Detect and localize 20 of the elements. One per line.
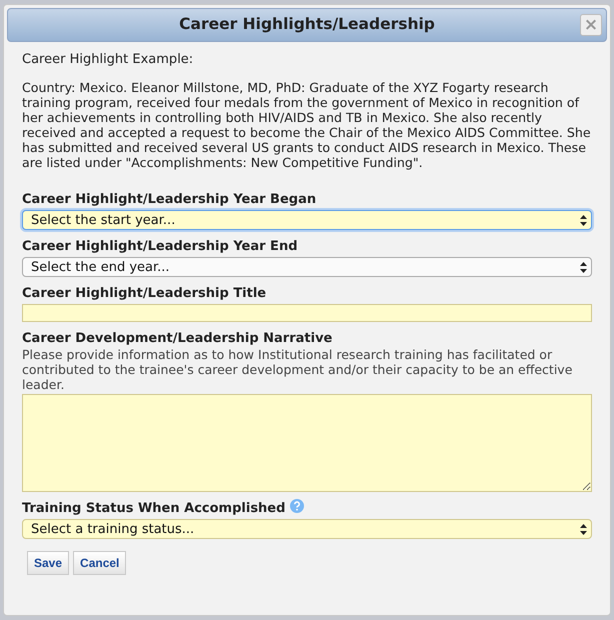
intro-text: Career Highlight Example: [22, 52, 194, 67]
field-label: Career Highlight/Leadership Title [22, 286, 266, 302]
help-text: Please provide information as to how Institutional research training has facilitated or contributed to the trainee's career development and/or their capacity to be an effective leader. [22, 347, 574, 392]
field-label: Training Status When Accomplished [22, 501, 286, 517]
dropdown[interactable]: Select a training status... [22, 519, 592, 539]
updown-arrows-icon [580, 214, 587, 226]
dropdown[interactable]: Select the end year... [22, 257, 592, 277]
help-icon[interactable] [290, 499, 304, 513]
field-label: Career Highlight/Leadership Year Began [22, 192, 316, 208]
updown-arrows-icon [580, 524, 587, 534]
field-label: Career Development/Leadership Narrative [22, 331, 332, 347]
example-text: Country: Mexico. Eleanor Millstone, MD, PhD: Graduate of the XYZ Fogarty research training program, received four medals from the government of Mexico in recognition of her achievements in controlling both HIV/AIDS and TB in Mexico. She also recently received and accepted a request to become the Chair of the Mexico AIDS Committee. She has submitted and received several US grants to conduct AIDS research in Mexico. These are listed under "Accomplishments: New Competitive Funding". [22, 80, 592, 170]
dialog-title: Career Highlights/Leadership [179, 14, 435, 36]
form-button[interactable]: Save [27, 551, 70, 575]
text-field[interactable] [22, 304, 592, 322]
field-label: Career Highlight/Leadership Year End [22, 239, 298, 255]
narrative-textarea[interactable] [22, 394, 592, 492]
dropdown[interactable]: Select the start year... [22, 210, 592, 230]
updown-arrows-icon [580, 262, 587, 272]
form-button[interactable]: Cancel [73, 551, 126, 575]
